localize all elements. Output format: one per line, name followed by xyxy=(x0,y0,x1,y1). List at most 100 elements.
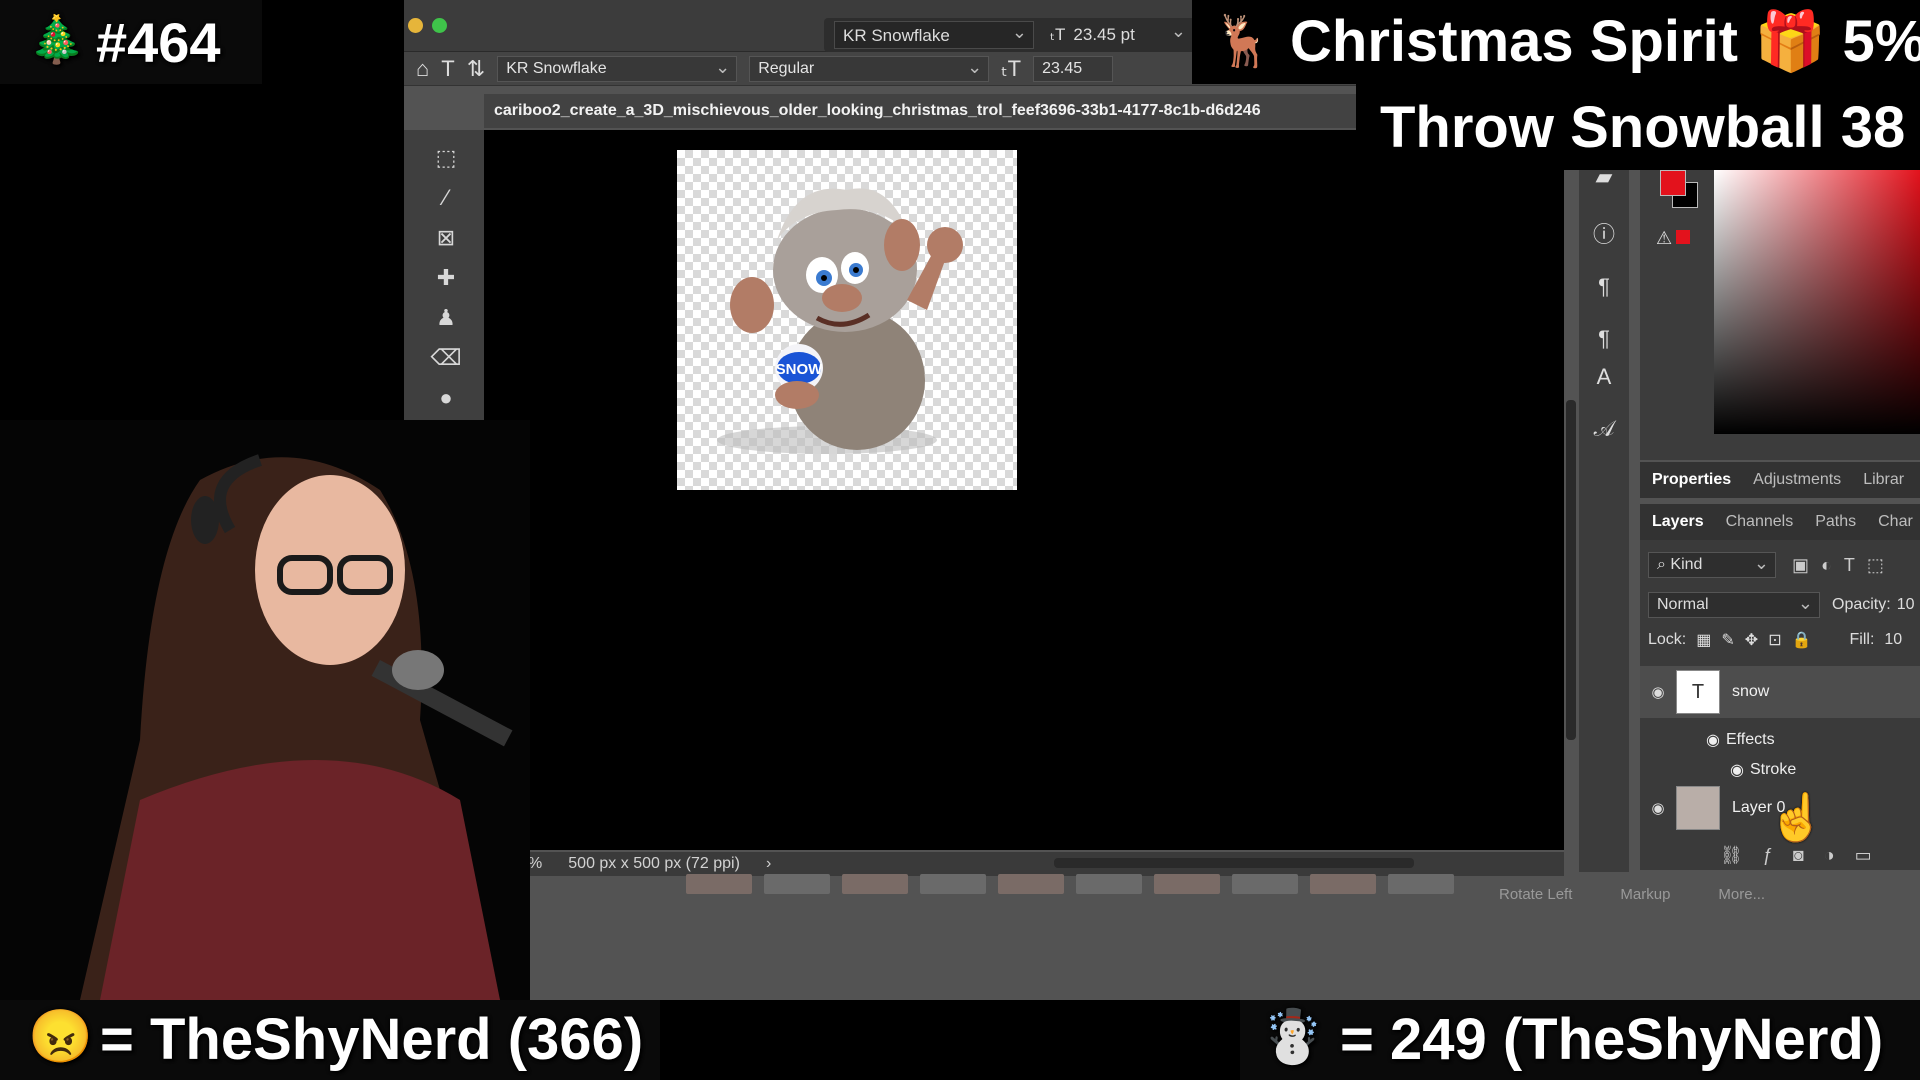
throw-snowball-text: Throw Snowball 38 xyxy=(1380,95,1906,160)
glyphs-icon[interactable]: 𝒜 xyxy=(1589,414,1619,444)
tab-libraries[interactable]: Librar xyxy=(1863,471,1904,489)
tab-channels[interactable]: Channels xyxy=(1726,513,1794,531)
troll-illustration: SNOW xyxy=(717,188,963,454)
layer-row-snow[interactable]: ◉ T snow xyxy=(1640,666,1920,718)
type-filter-icon[interactable]: T xyxy=(1844,555,1855,576)
adjustment-filter-icon[interactable]: ◐ xyxy=(1821,555,1832,576)
tab-layers[interactable]: Layers xyxy=(1652,513,1704,531)
magic-wand-tool-icon[interactable]: ⁄ xyxy=(426,180,466,216)
stroke-effect-row[interactable]: ◉ Stroke xyxy=(1730,760,1796,780)
preview-actions: Rotate Left Markup More... xyxy=(1499,880,1819,908)
effects-eye-icon[interactable]: ◉ xyxy=(1706,730,1720,750)
lock-pixels-icon[interactable]: ✎ xyxy=(1721,630,1734,650)
lock-transparency-icon[interactable]: ▦ xyxy=(1696,630,1711,650)
webcam-feed xyxy=(0,420,530,1000)
fx-icon[interactable]: ƒ xyxy=(1763,845,1773,866)
text-orientation-icon[interactable]: ⇅ xyxy=(467,56,485,82)
pixel-filter-icon[interactable]: ▣ xyxy=(1792,555,1809,576)
snowman-leader-overlay: ☃️ = 249 (TheShyNerd) xyxy=(1240,1000,1920,1080)
font-style-select[interactable]: Regular xyxy=(749,55,990,82)
visibility-eye-icon[interactable]: ◉ xyxy=(1640,799,1676,817)
font-size-select[interactable]: 23.45 xyxy=(1033,55,1114,82)
zoom-button[interactable] xyxy=(432,18,447,33)
layer-filter-row: ⌕ Kind ▣ ◐ T ⬚ xyxy=(1640,552,1920,578)
layer-thumbnail xyxy=(1676,786,1720,830)
canvas-area[interactable]: SNOW xyxy=(484,130,1564,850)
lock-all-icon[interactable]: 🔒 xyxy=(1792,630,1812,650)
minimize-button[interactable] xyxy=(408,18,423,33)
link-layers-icon[interactable]: ⛓ xyxy=(1720,845,1743,866)
paragraph-styles-icon[interactable]: ¶ xyxy=(1589,324,1619,354)
character-styles-icon[interactable]: A xyxy=(1589,362,1619,392)
document-info: 500 px x 500 px (72 ppi) xyxy=(568,855,740,872)
filmstrip-thumb[interactable] xyxy=(686,874,752,894)
status-menu-arrow[interactable]: › xyxy=(766,855,771,873)
opacity-value[interactable]: 10 xyxy=(1897,596,1915,614)
more-button[interactable]: More... xyxy=(1718,886,1765,903)
hand-cursor-icon: ☝ xyxy=(1768,791,1826,843)
eraser-tool-icon[interactable]: ⌫ xyxy=(426,340,466,376)
color-picker-field[interactable] xyxy=(1714,170,1920,434)
filmstrip-thumb[interactable] xyxy=(1154,874,1220,894)
home-icon[interactable]: ⌂ xyxy=(416,56,429,82)
lock-artboard-icon[interactable]: ⊡ xyxy=(1768,630,1781,650)
filmstrip-thumb[interactable] xyxy=(998,874,1064,894)
rotate-left-button[interactable]: Rotate Left xyxy=(1499,886,1572,903)
christmas-spirit-text: Christmas Spirit 🎁 5% xyxy=(1290,9,1920,74)
layers-tab-bar: Layers Channels Paths Char xyxy=(1640,504,1920,540)
snowman-icon: ☃️ xyxy=(1260,1008,1325,1066)
gamut-swatch[interactable] xyxy=(1676,230,1690,244)
adjustment-layer-icon[interactable]: ◑ xyxy=(1824,845,1835,866)
filmstrip-thumb[interactable] xyxy=(1232,874,1298,894)
reindeer-icon: 🦌 xyxy=(1212,13,1275,69)
document-tab[interactable]: cariboo2_create_a_3D_mischievous_older_l… xyxy=(484,94,1384,128)
layer-kind-filter[interactable]: ⌕ Kind xyxy=(1648,552,1776,578)
vertical-scrollbar[interactable] xyxy=(1566,400,1576,740)
grinch-leader-overlay: 😠 = TheShyNerd (366) xyxy=(0,1000,660,1080)
shape-filter-icon[interactable]: ⬚ xyxy=(1867,555,1884,576)
filmstrip-thumb[interactable] xyxy=(1388,874,1454,894)
mask-icon[interactable]: ◙ xyxy=(1793,845,1804,866)
blur-tool-icon[interactable]: ● xyxy=(426,380,466,416)
effects-row[interactable]: ◉ Effects xyxy=(1706,730,1775,750)
filmstrip-thumb[interactable] xyxy=(1076,874,1142,894)
paragraph-icon[interactable]: ¶ xyxy=(1589,272,1619,302)
character-size-select[interactable]: ₜT 23.45 pt xyxy=(1042,21,1192,49)
filter-icons: ▣ ◐ T ⬚ xyxy=(1792,555,1884,576)
marquee-tool-icon[interactable]: ⬚ xyxy=(426,140,466,176)
filmstrip-thumb[interactable] xyxy=(764,874,830,894)
gamut-warning-icon: ⚠ xyxy=(1656,228,1673,248)
fill-value[interactable]: 10 xyxy=(1884,631,1902,649)
tab-paths[interactable]: Paths xyxy=(1815,513,1856,531)
stream-counter-text: #464 xyxy=(96,11,221,74)
horizontal-scrollbar[interactable] xyxy=(1054,858,1414,868)
tab-adjustments[interactable]: Adjustments xyxy=(1753,471,1841,489)
type-tool-preset-icon[interactable]: T xyxy=(441,56,454,82)
streamer-image xyxy=(0,420,530,1000)
visibility-eye-icon[interactable]: ◉ xyxy=(1640,683,1676,701)
layer-name[interactable]: snow xyxy=(1732,683,1769,701)
snowman-leader-text: = 249 (TheShyNerd) xyxy=(1340,1007,1884,1072)
markup-button[interactable]: Markup xyxy=(1620,886,1670,903)
preview-filmstrip xyxy=(686,874,1486,896)
color-panel: ⚠ xyxy=(1640,160,1920,460)
clone-stamp-tool-icon[interactable]: ♟ xyxy=(426,300,466,336)
healing-brush-tool-icon[interactable]: ✚ xyxy=(426,260,466,296)
foreground-color-swatch[interactable] xyxy=(1660,170,1686,196)
font-family-select[interactable]: KR Snowflake xyxy=(497,55,738,82)
stroke-eye-icon[interactable]: ◉ xyxy=(1730,760,1744,780)
filmstrip-thumb[interactable] xyxy=(920,874,986,894)
new-group-icon[interactable]: ▭ xyxy=(1855,845,1872,866)
tab-character[interactable]: Char xyxy=(1878,513,1913,531)
tab-properties[interactable]: Properties xyxy=(1652,471,1731,489)
character-font-select[interactable]: KR Snowflake xyxy=(834,21,1034,49)
filmstrip-thumb[interactable] xyxy=(842,874,908,894)
lock-position-icon[interactable]: ✥ xyxy=(1745,630,1758,650)
search-icon: ⌕ xyxy=(1657,556,1671,573)
blend-mode-select[interactable]: Normal xyxy=(1648,592,1820,618)
blend-row: Normal Opacity: 10 xyxy=(1640,592,1920,618)
frame-tool-icon[interactable]: ⊠ xyxy=(426,220,466,256)
info-icon[interactable]: ⓘ xyxy=(1589,220,1619,250)
document-image[interactable]: SNOW xyxy=(677,150,1017,490)
filmstrip-thumb[interactable] xyxy=(1310,874,1376,894)
